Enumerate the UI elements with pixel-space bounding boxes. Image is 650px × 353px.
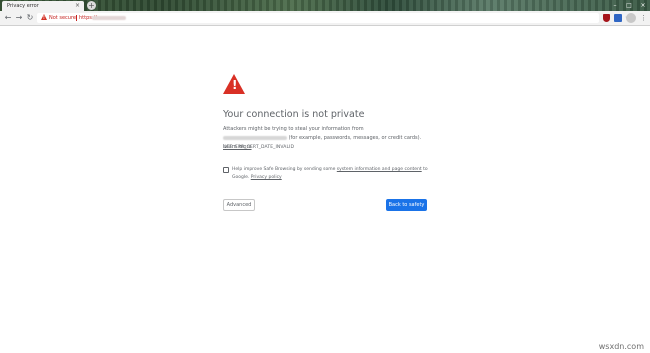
tab-close-icon[interactable]: × [75,1,80,11]
url-redacted [92,16,126,20]
warning-triangle-icon[interactable] [41,14,47,20]
window-controls: – □ × [610,1,648,10]
error-code: NET::ERR_CERT_DATE_INVALID [223,145,295,150]
advanced-button[interactable]: Advanced [223,199,255,211]
description-text: Attackers might be trying to steal your … [223,126,364,132]
security-status[interactable]: Not secure [49,13,76,23]
back-to-safety-button[interactable]: Back to safety [386,199,427,211]
description-text-cont: (for example, passwords, messages, or cr… [287,135,422,141]
omnibox-divider [76,15,77,21]
cast-icon[interactable] [614,14,622,22]
tab-title: Privacy error [7,3,39,9]
close-window-icon[interactable]: × [638,1,648,10]
reload-icon[interactable]: ↻ [25,13,35,23]
minimize-icon[interactable]: – [610,1,620,10]
shield-icon[interactable] [603,14,610,22]
back-icon[interactable]: ← [3,13,13,23]
avatar-icon[interactable] [626,13,636,23]
tab-privacy-error[interactable]: Privacy error × [2,1,84,11]
page-title: Your connection is not private [223,109,365,120]
new-tab-button[interactable]: + [87,1,96,10]
checkbox-label: Help improve Safe Browsing by sending so… [232,166,428,182]
warning-triangle-icon [223,74,245,94]
watermark: wsxdn.com [598,342,644,351]
window-titlebar [0,0,650,11]
menu-icon[interactable]: ⋮ [640,13,647,23]
system-info-link[interactable]: system information and page content [337,167,422,172]
redacted-hostname [223,135,287,140]
forward-icon[interactable]: → [14,13,24,23]
browser-toolbar: ← → ↻ Not secure https:// ☆ ⋮ [0,11,650,26]
address-bar[interactable]: Not secure https:// ☆ [37,13,631,23]
maximize-icon[interactable]: □ [624,1,634,10]
checkbox-text: Help improve Safe Browsing by sending so… [232,167,337,172]
safe-browsing-checkbox[interactable] [223,167,229,173]
privacy-policy-link[interactable]: Privacy policy [251,175,282,180]
